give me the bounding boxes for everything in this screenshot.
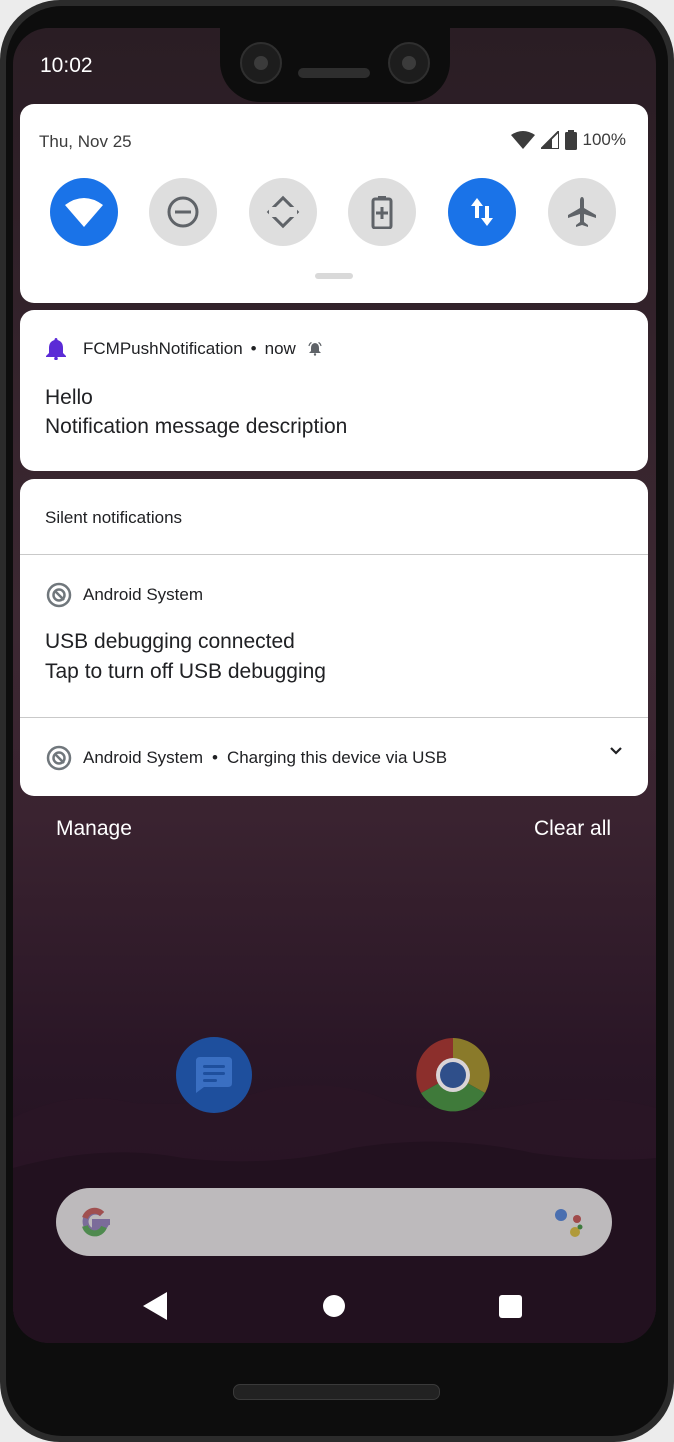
app-name: Android System bbox=[83, 585, 203, 604]
usb-debug-notification-header[interactable]: Android System bbox=[46, 582, 203, 608]
battery-saver-tile[interactable] bbox=[348, 178, 416, 246]
recents-button[interactable] bbox=[499, 1295, 522, 1318]
battery-icon bbox=[564, 130, 577, 150]
expand-handle[interactable] bbox=[315, 273, 353, 279]
messages-icon bbox=[196, 1057, 232, 1093]
app-name: FCMPushNotification bbox=[83, 339, 243, 358]
time-label: now bbox=[264, 339, 296, 358]
google-assistant-icon[interactable] bbox=[552, 1206, 586, 1240]
silent-section-header: Silent notifications bbox=[45, 508, 183, 527]
airplane-mode-icon bbox=[568, 197, 596, 227]
android-system-icon bbox=[46, 582, 72, 608]
battery-percent: 100% bbox=[582, 130, 626, 149]
app-name: Android System bbox=[83, 748, 203, 767]
divider bbox=[20, 717, 648, 718]
wifi-signal-icon bbox=[510, 131, 535, 149]
front-camera bbox=[240, 42, 282, 84]
chrome-icon bbox=[416, 1038, 490, 1112]
status-icons: 100% bbox=[510, 130, 626, 150]
separator: • bbox=[250, 339, 257, 358]
wifi-icon bbox=[65, 198, 103, 227]
silent-notifications-group: Silent notifications Android System USB … bbox=[20, 479, 648, 796]
messages-app-icon[interactable] bbox=[176, 1037, 252, 1113]
home-button[interactable] bbox=[323, 1295, 345, 1317]
bottom-speaker-grille bbox=[233, 1384, 440, 1400]
separator: • bbox=[212, 748, 218, 767]
status-clock: 10:02 bbox=[40, 54, 93, 77]
airplane-mode-tile[interactable] bbox=[548, 178, 616, 246]
clear-all-button[interactable]: Clear all bbox=[534, 817, 611, 841]
front-camera-2 bbox=[388, 42, 430, 84]
charging-text: Charging this device via USB bbox=[226, 748, 448, 767]
usb-debug-text[interactable]: Tap to turn off USB debugging bbox=[45, 660, 326, 684]
push-notification[interactable]: FCMPushNotification • now Hello Notifica… bbox=[20, 310, 648, 471]
wifi-tile[interactable] bbox=[50, 178, 118, 246]
mobile-data-tile[interactable] bbox=[448, 178, 516, 246]
alert-bell-icon bbox=[308, 342, 322, 356]
google-search-bar[interactable] bbox=[56, 1188, 612, 1256]
back-button[interactable] bbox=[143, 1292, 167, 1320]
notification-text: Notification message description bbox=[45, 415, 348, 438]
auto-rotate-tile[interactable] bbox=[249, 178, 317, 246]
charging-notification[interactable]: Android System • Charging this device vi… bbox=[46, 745, 447, 771]
notification-title: Hello bbox=[45, 386, 93, 409]
usb-debug-title[interactable]: USB debugging connected bbox=[45, 630, 295, 654]
chrome-app-icon[interactable] bbox=[415, 1037, 491, 1113]
earpiece-speaker bbox=[298, 68, 370, 78]
divider bbox=[20, 554, 648, 555]
do-not-disturb-tile[interactable] bbox=[149, 178, 217, 246]
date-label: Thu, Nov 25 bbox=[39, 132, 132, 151]
auto-rotate-icon bbox=[266, 195, 300, 229]
manage-button[interactable]: Manage bbox=[56, 817, 132, 841]
battery-saver-icon bbox=[371, 196, 393, 229]
chevron-down-icon[interactable] bbox=[610, 747, 622, 755]
do-not-disturb-icon bbox=[167, 196, 199, 228]
android-system-icon bbox=[46, 745, 72, 771]
camera-notch bbox=[220, 28, 450, 102]
bell-icon bbox=[46, 338, 66, 360]
quick-settings-panel: Thu, Nov 25 100% bbox=[20, 104, 648, 303]
google-logo-icon bbox=[82, 1207, 110, 1237]
cell-signal-icon bbox=[540, 131, 559, 149]
mobile-data-icon bbox=[471, 198, 493, 226]
notification-header: FCMPushNotification • now bbox=[46, 338, 322, 360]
